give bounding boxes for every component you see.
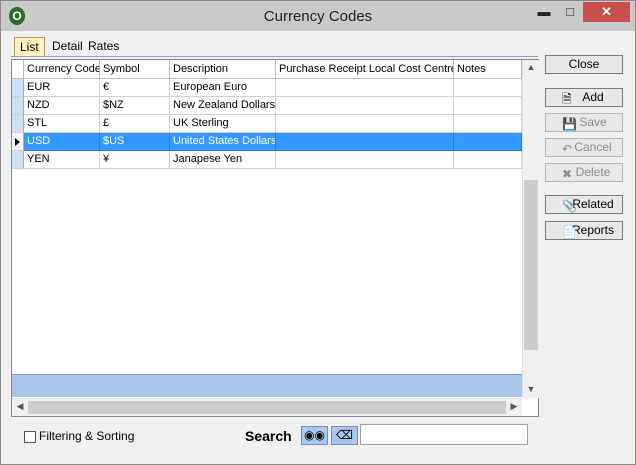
cell-currency-code[interactable]: YEN [24, 151, 100, 169]
scroll-up-icon[interactable]: ▲ [523, 62, 539, 72]
close-button[interactable]: Close [545, 55, 623, 74]
maximize-button[interactable]: □ [557, 2, 583, 22]
tab-divider [11, 56, 538, 57]
grid-header: Currency Code Symbol Description Purchas… [12, 60, 522, 79]
cell-notes[interactable] [454, 151, 522, 169]
cell-notes[interactable] [454, 79, 522, 97]
cell-symbol[interactable]: $US [100, 133, 170, 151]
bottom-bar: Filtering & Sorting Search ◉◉ ⌫ [11, 421, 538, 451]
currency-codes-window: O Currency Codes ▬ □ ✕ List Detail Rates… [0, 0, 636, 465]
column-header-symbol[interactable]: Symbol [100, 60, 170, 78]
table-row[interactable]: EUR € European Euro [12, 79, 522, 97]
vertical-scroll-thumb[interactable] [524, 180, 538, 350]
binoculars-search-button[interactable]: ◉◉ [301, 426, 328, 445]
eraser-icon: ⌫ [336, 428, 353, 442]
delete-button[interactable]: ✖ Delete [545, 163, 623, 182]
cell-cost-centre[interactable] [276, 133, 454, 151]
cell-currency-code[interactable]: NZD [24, 97, 100, 115]
related-button[interactable]: 📎 Related [545, 195, 623, 214]
floppy-disk-icon: 💾 [562, 117, 577, 131]
window-close-button[interactable]: ✕ [583, 2, 630, 22]
filtering-sorting-checkbox[interactable] [24, 431, 36, 443]
search-input[interactable] [360, 424, 528, 445]
cell-notes[interactable] [454, 133, 522, 151]
binoculars-icon: ◉◉ [304, 428, 325, 442]
cell-currency-code[interactable]: USD [24, 133, 100, 151]
vertical-scrollbar[interactable]: ▲ ▼ [522, 60, 539, 398]
row-selector[interactable] [12, 151, 24, 169]
cell-description[interactable]: United States Dollars [170, 133, 276, 151]
scroll-right-icon[interactable]: ▶ [506, 401, 522, 412]
save-button[interactable]: 💾 Save [545, 113, 623, 132]
currency-grid: Currency Code Symbol Description Purchas… [11, 59, 539, 417]
cell-cost-centre[interactable] [276, 97, 454, 115]
table-row[interactable]: NZD $NZ New Zealand Dollars [12, 97, 522, 115]
cell-cost-centre[interactable] [276, 115, 454, 133]
tab-rates[interactable]: Rates [83, 37, 124, 55]
cell-notes[interactable] [454, 115, 522, 133]
grid-footer-row [12, 374, 522, 397]
minimize-button[interactable]: ▬ [531, 2, 557, 22]
row-selector[interactable] [12, 97, 24, 115]
horizontal-scroll-thumb[interactable] [28, 401, 506, 414]
cell-currency-code[interactable]: STL [24, 115, 100, 133]
scroll-left-icon[interactable]: ◀ [12, 401, 28, 412]
filtering-sorting-label[interactable]: Filtering & Sorting [39, 429, 134, 443]
cell-symbol[interactable]: € [100, 79, 170, 97]
table-row[interactable]: YEN ¥ Janapese Yen [12, 151, 522, 169]
table-row[interactable]: STL £ UK Sterling [12, 115, 522, 133]
current-row-arrow-icon [15, 138, 20, 146]
column-header-notes[interactable]: Notes [454, 60, 522, 78]
tab-list[interactable]: List [14, 37, 45, 56]
close-button-label: Close [568, 57, 600, 71]
row-selector[interactable] [12, 115, 24, 133]
column-header-cost-centre[interactable]: Purchase Receipt Local Cost Centre [276, 60, 454, 78]
add-button[interactable]: 🗎 Add [545, 88, 623, 107]
cancel-button[interactable]: ↶ Cancel [545, 138, 623, 157]
cell-symbol[interactable]: ¥ [100, 151, 170, 169]
cell-symbol[interactable]: £ [100, 115, 170, 133]
new-document-icon: 🗎 [562, 92, 572, 106]
clear-search-button[interactable]: ⌫ [331, 426, 358, 445]
cell-description[interactable]: UK Sterling [170, 115, 276, 133]
column-header-currency-code[interactable]: Currency Code [24, 60, 100, 78]
cell-cost-centre[interactable] [276, 151, 454, 169]
report-document-icon: 📄 [562, 225, 577, 239]
cell-description[interactable]: New Zealand Dollars [170, 97, 276, 115]
search-label: Search [245, 428, 292, 444]
scroll-down-icon[interactable]: ▼ [523, 384, 539, 394]
row-header-corner [12, 60, 24, 78]
paperclip-icon: 📎 [562, 199, 577, 213]
table-row-selected[interactable]: USD $US United States Dollars [12, 133, 522, 151]
row-selector[interactable] [12, 133, 24, 151]
reports-button[interactable]: 📄 Reports [545, 221, 623, 240]
cell-symbol[interactable]: $NZ [100, 97, 170, 115]
cell-notes[interactable] [454, 97, 522, 115]
column-header-description[interactable]: Description [170, 60, 276, 78]
horizontal-scrollbar[interactable]: ◀ ▶ [12, 398, 522, 416]
cell-description[interactable]: European Euro [170, 79, 276, 97]
undo-icon: ↶ [562, 142, 573, 156]
cell-description[interactable]: Janapese Yen [170, 151, 276, 169]
delete-x-icon: ✖ [562, 167, 573, 181]
row-selector[interactable] [12, 79, 24, 97]
cell-cost-centre[interactable] [276, 79, 454, 97]
cell-currency-code[interactable]: EUR [24, 79, 100, 97]
tab-detail[interactable]: Detail [47, 37, 88, 55]
title-bar[interactable]: O Currency Codes ▬ □ ✕ [1, 1, 635, 31]
